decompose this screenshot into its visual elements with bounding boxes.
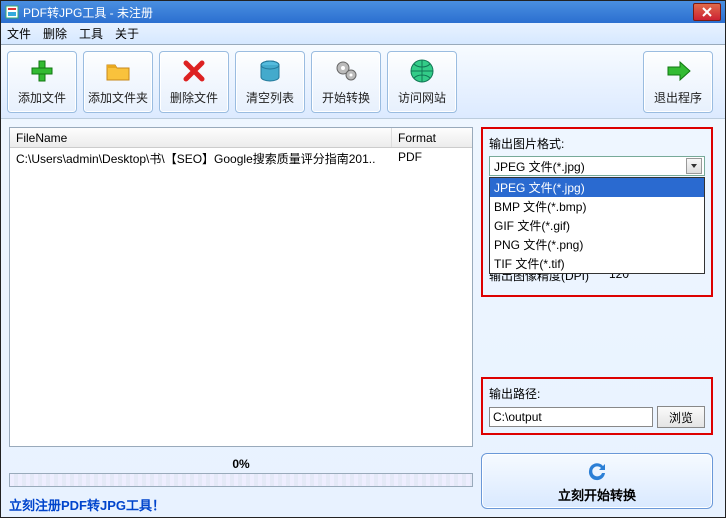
window-title: PDF转JPG工具 - 未注册 [23,4,693,21]
start-convert-button[interactable]: 开始转换 [311,51,381,113]
gear-icon [332,57,360,85]
clear-list-label: 清空列表 [246,89,294,106]
add-folder-label: 添加文件夹 [88,89,148,106]
clear-list-button[interactable]: 清空列表 [235,51,305,113]
output-panel-label: 输出路径: [489,385,705,402]
menu-about[interactable]: 关于 [115,25,139,42]
progress-bar [9,473,473,487]
browse-button[interactable]: 浏览 [657,406,705,428]
start-convert-label: 开始转换 [322,89,370,106]
plus-icon [28,57,56,85]
add-file-label: 添加文件 [18,89,66,106]
visit-site-button[interactable]: 访问网站 [387,51,457,113]
exit-label: 退出程序 [654,89,702,106]
format-panel-label: 输出图片格式: [489,135,705,152]
cell-format: PDF [392,148,472,166]
col-format[interactable]: Format [392,128,472,147]
globe-icon [408,57,436,85]
table-row[interactable]: C:\Users\admin\Desktop\书\【SEO】Google搜索质量… [10,148,472,166]
main-area: FileName Format C:\Users\admin\Desktop\书… [1,119,725,517]
left-pane: FileName Format C:\Users\admin\Desktop\书… [1,119,481,517]
cell-filename: C:\Users\admin\Desktop\书\【SEO】Google搜索质量… [10,148,392,166]
table-body: C:\Users\admin\Desktop\书\【SEO】Google搜索质量… [10,148,472,446]
output-path-input[interactable] [489,407,653,427]
format-option[interactable]: TIF 文件(*.tif) [490,254,704,273]
menubar: 文件 删除 工具 关于 [1,23,725,45]
add-folder-button[interactable]: 添加文件夹 [83,51,153,113]
register-link[interactable]: 立刻注册PDF转JPG工具！ [9,495,473,514]
table-header: FileName Format [10,128,472,148]
toolbar: 添加文件 添加文件夹 删除文件 清空列表 开始转换 访问网站 退出程序 [1,45,725,119]
format-option[interactable]: PNG 文件(*.png) [490,235,704,254]
menu-delete[interactable]: 删除 [43,25,67,42]
close-button[interactable] [693,3,721,21]
delete-file-button[interactable]: 删除文件 [159,51,229,113]
file-table[interactable]: FileName Format C:\Users\admin\Desktop\书… [9,127,473,447]
format-dropdown[interactable]: JPEG 文件(*.jpg) BMP 文件(*.bmp) GIF 文件(*.gi… [489,177,705,274]
refresh-icon [585,459,609,483]
format-option[interactable]: BMP 文件(*.bmp) [490,197,704,216]
arrow-right-icon [664,57,692,85]
start-now-label: 立刻开始转换 [558,485,636,504]
format-option[interactable]: JPEG 文件(*.jpg) [490,178,704,197]
database-icon [256,57,284,85]
add-file-button[interactable]: 添加文件 [7,51,77,113]
output-panel: 输出路径: 浏览 [481,377,713,435]
delete-file-label: 删除文件 [170,89,218,106]
progress-label: 0% [9,457,473,471]
menu-tools[interactable]: 工具 [79,25,103,42]
format-selected: JPEG 文件(*.jpg) [494,158,585,175]
right-pane: 输出图片格式: JPEG 文件(*.jpg) JPEG 文件(*.jpg) BM… [481,119,721,517]
format-panel: 输出图片格式: JPEG 文件(*.jpg) JPEG 文件(*.jpg) BM… [481,127,713,297]
menu-file[interactable]: 文件 [7,25,31,42]
app-icon [5,5,19,19]
format-combo[interactable]: JPEG 文件(*.jpg) [489,156,705,176]
folder-icon [104,57,132,85]
visit-site-label: 访问网站 [398,89,446,106]
delete-icon [180,57,208,85]
exit-button[interactable]: 退出程序 [643,51,713,113]
start-now-button[interactable]: 立刻开始转换 [481,453,713,509]
format-option[interactable]: GIF 文件(*.gif) [490,216,704,235]
progress-section: 0% [9,457,473,487]
titlebar: PDF转JPG工具 - 未注册 [1,1,725,23]
chevron-down-icon [686,158,702,174]
col-filename[interactable]: FileName [10,128,392,147]
